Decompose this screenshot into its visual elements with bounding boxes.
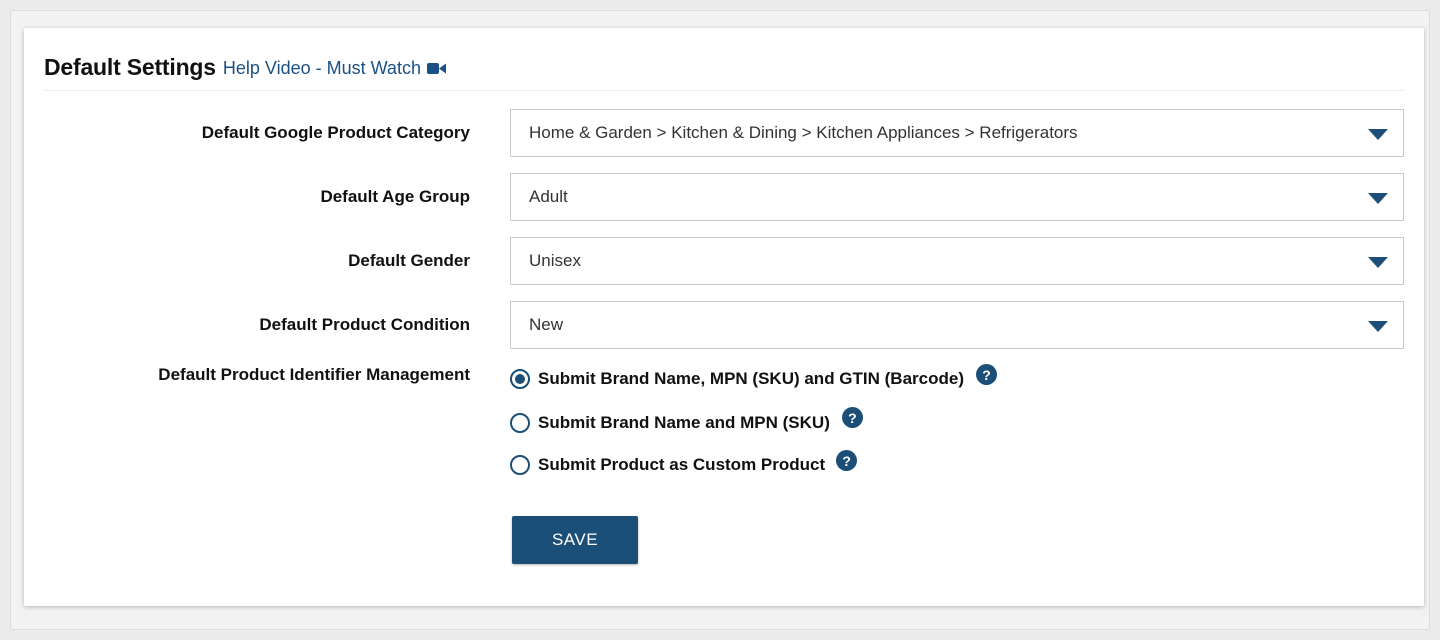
field-label-identifier-management: Default Product Identifier Management — [158, 365, 470, 384]
field-label-google-product-category: Default Google Product Category — [201, 123, 470, 142]
save-button[interactable]: SAVE — [512, 516, 638, 564]
radio-label-brand-mpn: Submit Brand Name and MPN (SKU) — [538, 412, 830, 432]
product-condition-value: New — [529, 315, 564, 334]
page-title: Default Settings — [44, 53, 216, 80]
chevron-down-icon — [1368, 129, 1388, 140]
chevron-down-icon — [1368, 321, 1388, 332]
radio-option-brand-mpn[interactable]: Submit Brand Name and MPN (SKU) ? — [510, 407, 863, 433]
age-group-select[interactable]: Adult — [510, 173, 1404, 221]
age-group-value: Adult — [529, 187, 568, 206]
radio-option-brand-mpn-gtin[interactable]: Submit Brand Name, MPN (SKU) and GTIN (B… — [510, 364, 997, 389]
product-condition-select[interactable]: New — [510, 301, 1404, 349]
video-camera-icon — [426, 63, 446, 74]
chevron-down-icon — [1368, 257, 1388, 268]
radio-label-custom-product: Submit Product as Custom Product — [538, 454, 826, 474]
google-product-category-value: Home & Garden > Kitchen & Dining > Kitch… — [529, 123, 1078, 142]
question-help-icon[interactable]: ? — [836, 450, 858, 471]
radio-button-checked[interactable] — [510, 368, 530, 389]
gender-select[interactable]: Unisex — [510, 237, 1404, 285]
default-settings-card: Default Settings Help Video - Must Watch… — [24, 28, 1424, 606]
question-help-icon[interactable]: ? — [975, 364, 997, 385]
radio-button[interactable] — [510, 454, 530, 475]
chevron-down-icon — [1368, 193, 1388, 204]
field-label-gender: Default Gender — [348, 251, 470, 270]
radio-button[interactable] — [510, 412, 530, 433]
gender-value: Unisex — [529, 251, 581, 270]
radio-label-brand-mpn-gtin: Submit Brand Name, MPN (SKU) and GTIN (B… — [538, 368, 964, 388]
help-video-link-label: Help Video - Must Watch — [222, 58, 421, 78]
help-video-link[interactable]: Help Video - Must Watch — [223, 58, 446, 79]
field-label-product-condition: Default Product Condition — [259, 315, 470, 334]
google-product-category-select[interactable]: Home & Garden > Kitchen & Dining > Kitch… — [510, 109, 1404, 157]
question-help-icon[interactable]: ? — [841, 407, 863, 428]
radio-option-custom-product[interactable]: Submit Product as Custom Product ? — [510, 450, 858, 475]
card-header: Default Settings Help Video - Must Watch — [44, 44, 1404, 91]
field-label-age-group: Default Age Group — [320, 187, 470, 206]
